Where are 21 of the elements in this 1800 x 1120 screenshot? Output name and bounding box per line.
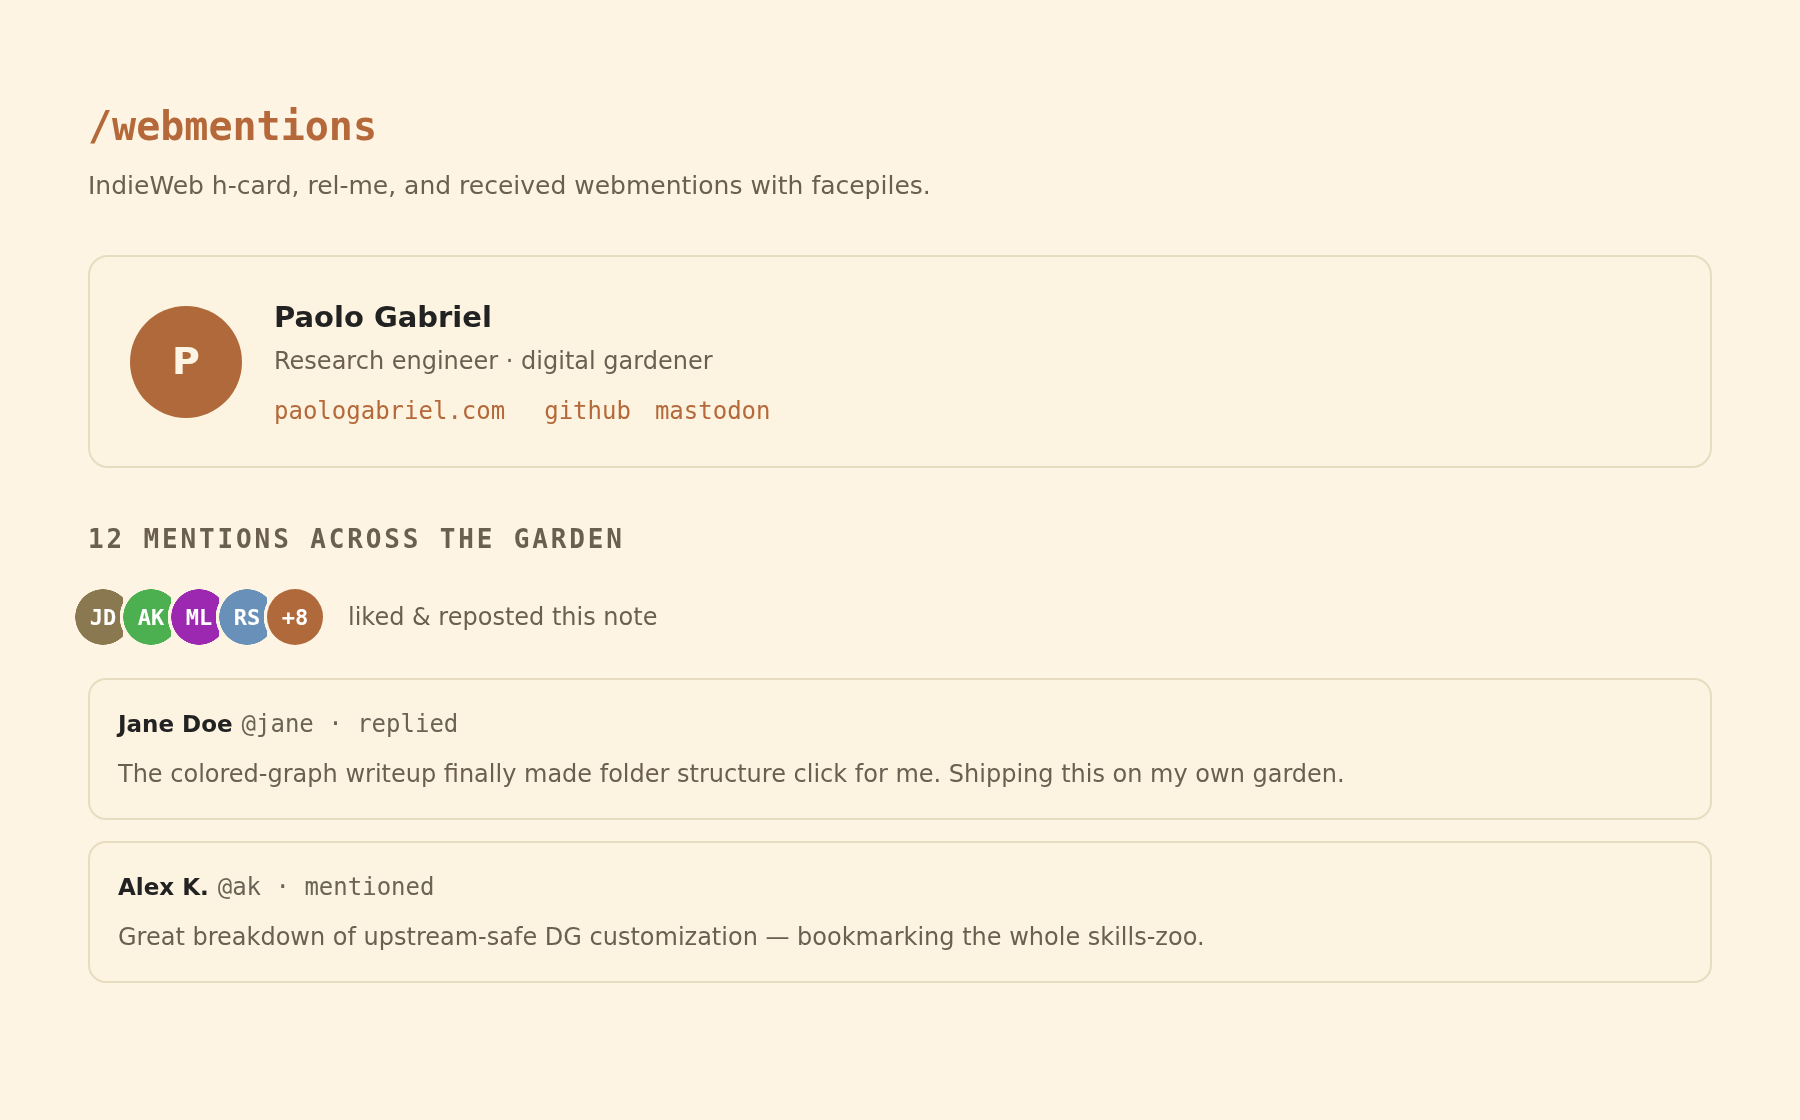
mention-text: The colored-graph writeup finally made folder structure click for me. Shipping this on my own garden. bbox=[118, 759, 1346, 790]
mention-text: Great breakdown of upstream-safe DG customization — bookmarking the whole skills-zoo. bbox=[118, 922, 1206, 953]
profile-name: Paolo Gabriel bbox=[274, 299, 493, 336]
avatar: RS bbox=[219, 589, 267, 645]
avatar: P bbox=[130, 305, 242, 418]
website-link[interactable]: paologabriel.com bbox=[274, 396, 506, 426]
mention-meta: @ak · mentioned bbox=[217, 872, 435, 903]
profile-link[interactable]: mastodon bbox=[654, 396, 771, 426]
facepile-caption: liked & reposted this note bbox=[348, 602, 658, 633]
avatar: JD bbox=[75, 589, 123, 645]
more-count: +8 bbox=[267, 589, 323, 645]
avatar: ML bbox=[171, 589, 219, 645]
mention-meta: @jane · replied bbox=[241, 709, 459, 740]
author-name: Jane Doe bbox=[118, 710, 233, 739]
section-heading: 12 MENTIONS ACROSS THE GARDEN bbox=[88, 523, 626, 556]
author-name: Alex K. bbox=[118, 873, 209, 902]
page-title: /webmentions bbox=[88, 102, 378, 150]
profile-link[interactable]: github bbox=[544, 396, 631, 426]
avatar: AK bbox=[123, 589, 171, 645]
profile-note: Research engineer · digital gardener bbox=[274, 346, 714, 377]
page-subtitle: IndieWeb h-card, rel-me, and received webmentions with facepiles. bbox=[88, 170, 932, 202]
